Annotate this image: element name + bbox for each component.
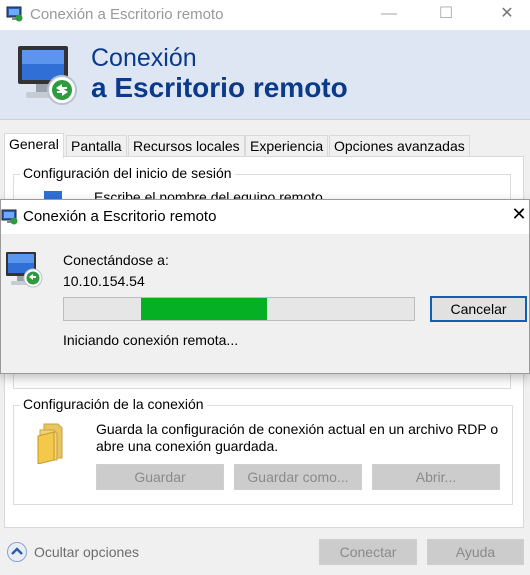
banner-title-line2: a Escritorio remoto (91, 72, 348, 103)
save-button[interactable]: Guardar (96, 464, 224, 490)
connection-description-line1: Guarda la configuración de conexión actu… (96, 421, 499, 437)
cancel-button[interactable]: Cancelar (430, 296, 527, 322)
minimize-button[interactable]: — (366, 0, 412, 30)
remote-desktop-icon (1, 209, 19, 225)
dialog-close-button[interactable]: ✕ (509, 204, 529, 228)
connecting-label: Conectándose a: (63, 252, 169, 268)
dialog-titlebar[interactable]: Conexión a Escritorio remoto ✕ (1, 200, 529, 234)
remote-address: 10.10.154.54 (63, 273, 145, 289)
maximize-button[interactable]: ☐ (423, 0, 469, 30)
collapse-options-icon[interactable] (6, 541, 28, 563)
dialog-title: Conexión a Escritorio remoto (23, 208, 217, 225)
connect-button[interactable]: Conectar (319, 539, 417, 565)
tab-pantalla[interactable]: Pantalla (66, 135, 127, 157)
connection-settings-group: Configuración de la conexión Guarda la c… (13, 396, 513, 505)
titlebar[interactable]: Conexión a Escritorio remoto — ☐ ✕ (0, 0, 530, 30)
bottom-bar: Ocultar opciones Conectar Ayuda (0, 533, 530, 575)
remote-desktop-icon (14, 42, 84, 108)
window-title: Conexión a Escritorio remoto (30, 6, 224, 23)
login-settings-label: Configuración del inicio de sesión (20, 165, 235, 181)
folder-icon (34, 420, 74, 465)
status-text: Iniciando conexión remota... (63, 332, 239, 348)
hide-options-link[interactable]: Ocultar opciones (34, 544, 139, 560)
tab-general[interactable]: General (4, 133, 64, 158)
banner-title-line1: Conexión (91, 44, 197, 72)
connection-progress-bar (63, 297, 415, 321)
remote-desktop-icon (5, 250, 43, 290)
connecting-dialog: Conexión a Escritorio remoto ✕ Conectánd… (0, 199, 530, 374)
open-button[interactable]: Abrir... (372, 464, 500, 490)
remote-desktop-icon (6, 6, 24, 22)
help-button[interactable]: Ayuda (427, 539, 524, 565)
connection-settings-label: Configuración de la conexión (20, 396, 207, 412)
tab-experiencia[interactable]: Experiencia (245, 135, 329, 157)
save-as-button[interactable]: Guardar como... (234, 464, 362, 490)
connection-description-line2: abre una conexión guardada. (96, 438, 279, 454)
close-button[interactable]: ✕ (484, 0, 530, 30)
tab-recursos-locales[interactable]: Recursos locales (128, 135, 245, 157)
banner: Conexión a Escritorio remoto (0, 30, 530, 120)
progress-fill (141, 298, 267, 320)
tab-opciones-avanzadas[interactable]: Opciones avanzadas (329, 135, 470, 157)
